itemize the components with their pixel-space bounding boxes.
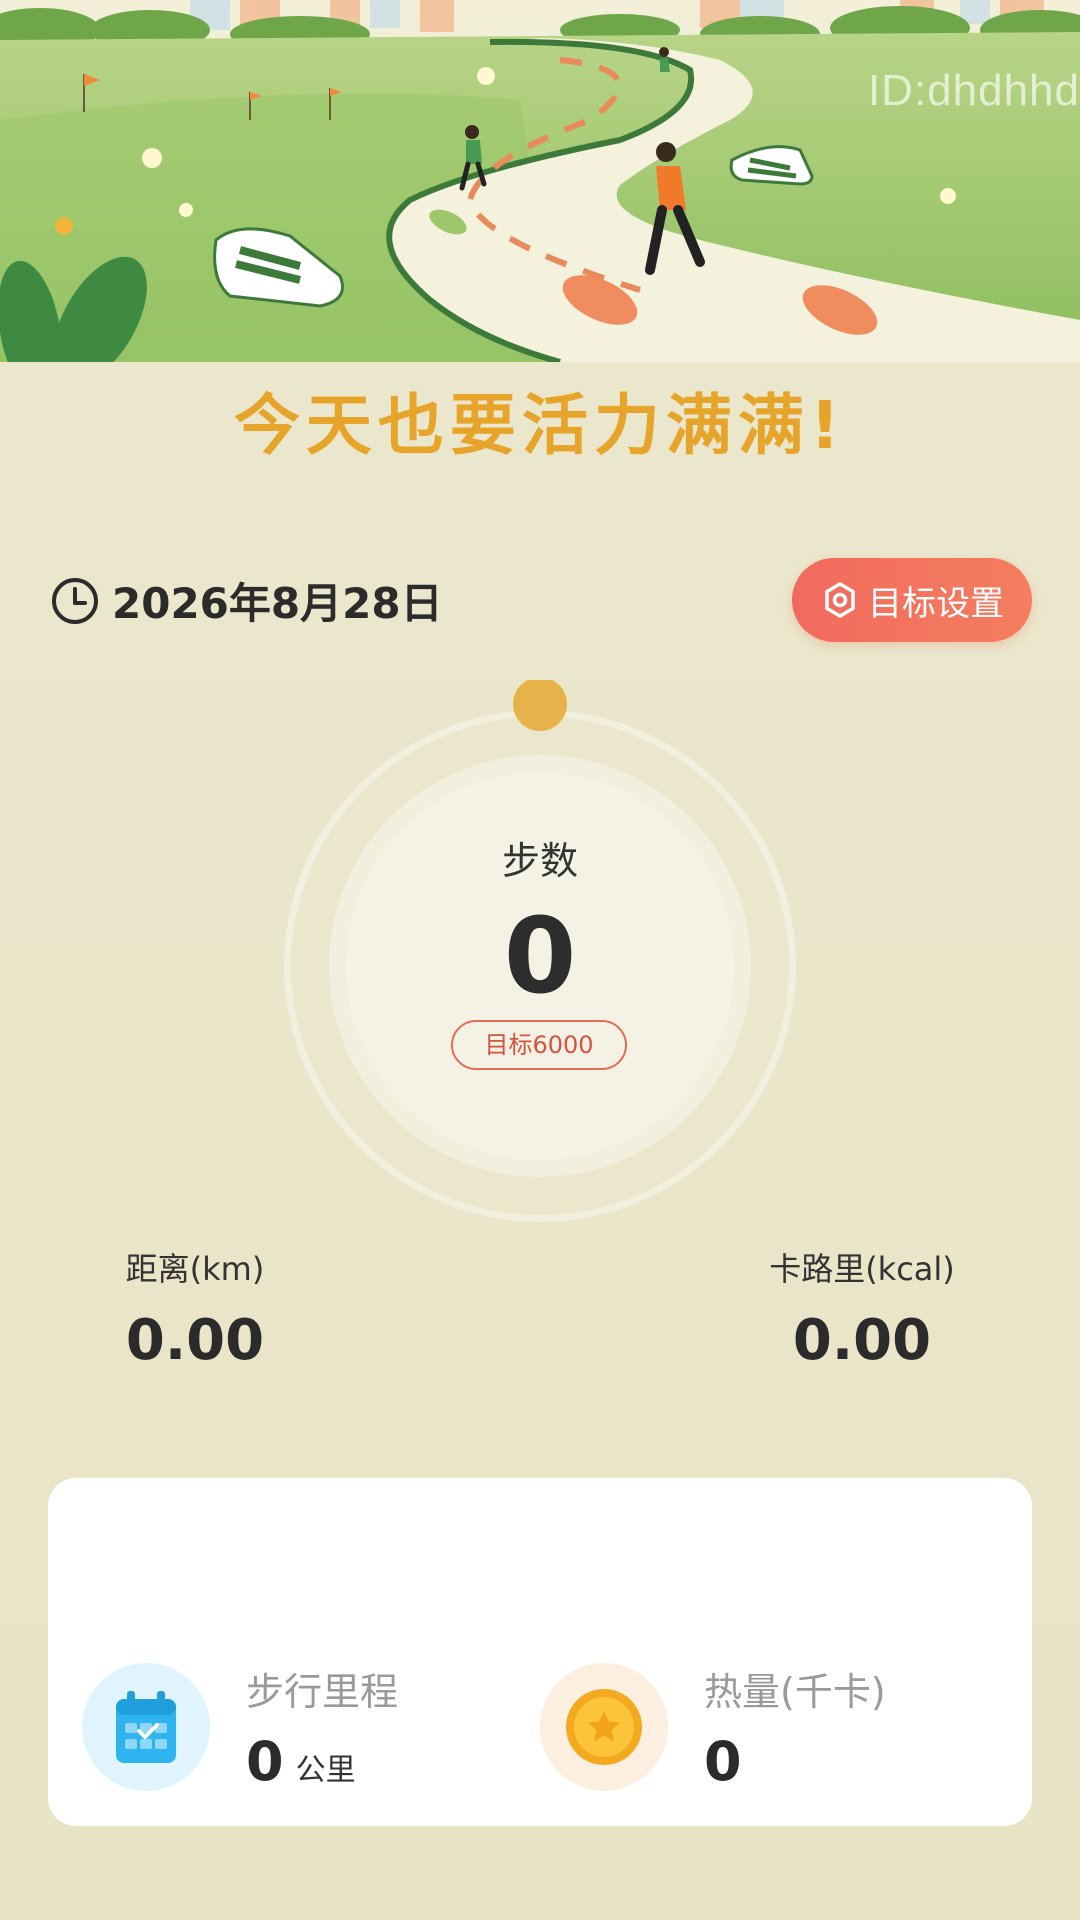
calorie-item[interactable]: 热量(千卡) 0 (540, 1661, 886, 1793)
calorie-value: 0.00 (792, 1308, 932, 1373)
steps-label: 步数 (501, 839, 578, 883)
calorie-label: 卡路里(kcal) (769, 1250, 955, 1288)
calorie-text: 热量(千卡) 0 (704, 1661, 886, 1793)
calendar-icon (116, 1691, 176, 1763)
walk-distance-unit: 公里 (295, 1753, 356, 1788)
walk-icon-badge (82, 1663, 210, 1791)
calorie-stat: 卡路里(kcal) 0.00 (754, 1244, 970, 1373)
goal-settings-label: 目标设置 (868, 583, 1004, 624)
date-row: 2026年8月28日 (50, 570, 443, 631)
distance-stat: 距离(km) 0.00 (100, 1244, 290, 1373)
step-target-badge: 目标6000 (451, 1020, 627, 1070)
gear-icon (825, 582, 855, 618)
date-text: 2026年8月28日 (112, 579, 443, 628)
step-progress-ring: 步数 0 目标6000 (254, 680, 826, 1252)
park-running-scene (0, 0, 1080, 362)
ring-center: 步数 0 目标6000 (254, 680, 826, 1252)
headline: 今天也要活力满满! (233, 387, 847, 464)
walk-distance-value: 0 (246, 1730, 284, 1793)
watermark-text: ID:dhdhhd (867, 66, 1080, 115)
walk-distance-title: 步行里程 (246, 1670, 399, 1714)
calorie-card-value: 0 (704, 1730, 742, 1793)
clock-icon (52, 577, 98, 624)
distance-value: 0.00 (125, 1308, 265, 1373)
coin-icon-badge (540, 1663, 668, 1791)
distance-label: 距离(km) (125, 1250, 265, 1288)
walk-distance-text: 步行里程 0 公里 (246, 1661, 398, 1793)
walk-distance-item[interactable]: 步行里程 0 公里 (82, 1661, 398, 1793)
calorie-title: 热量(千卡) (704, 1670, 886, 1714)
banner-illustration: ID:dhdhhd (0, 0, 1080, 362)
pedometer-page: ID:dhdhhd 今天也要活力满满! 2026年8月28日 目标设置 步数 0… (0, 0, 1080, 1920)
goal-settings-button[interactable]: 目标设置 (792, 558, 1032, 642)
steps-value: 0 (503, 895, 577, 1017)
star-coin-icon (566, 1689, 642, 1765)
walk-distance-row: 0 公里 (246, 1730, 398, 1793)
summary-card: 步行里程 0 公里 热量(千卡) 0 (48, 1478, 1032, 1826)
calorie-row: 0 (704, 1730, 886, 1793)
